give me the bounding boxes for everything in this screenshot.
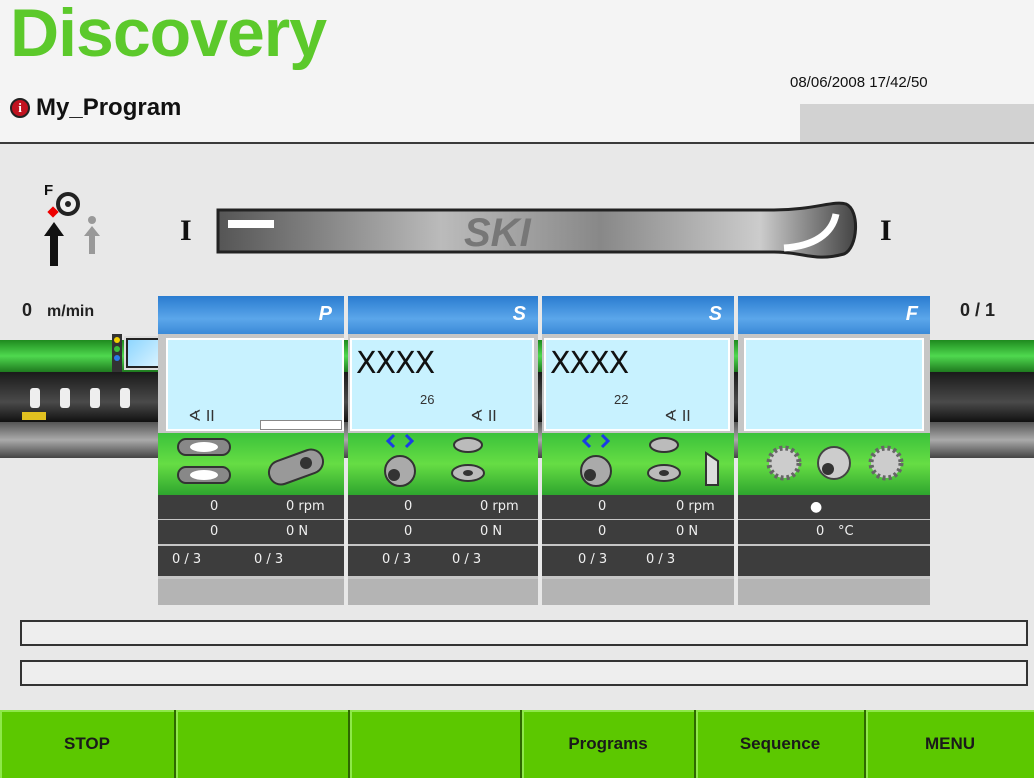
- bracket-right: I: [880, 214, 892, 247]
- speed-readout: 0 m/min: [22, 300, 94, 321]
- station-header: S: [542, 296, 734, 334]
- station-tools: [738, 433, 930, 495]
- station-temperature-row: 0 °C: [738, 520, 930, 544]
- station-stone-2[interactable]: S XXXX 22 ∢ II 0 0 rpm 0 0 N 0 / 3 0 / 3: [542, 296, 734, 605]
- monitor-icon[interactable]: [112, 334, 164, 374]
- stone-grinder-icon: [580, 433, 719, 487]
- station-force-row: 0 0 N: [158, 520, 344, 544]
- station-letter: F: [905, 303, 918, 325]
- station-force-row: 0 0 N: [348, 520, 538, 544]
- feed-indicator: F: [40, 182, 110, 268]
- station-passes-row: 0 / 3 0 / 3: [158, 546, 344, 576]
- speed-unit: m/min: [47, 303, 95, 320]
- stone-grinder-icon: [384, 433, 485, 487]
- station-footer: [348, 579, 538, 605]
- station-header: F: [738, 296, 930, 334]
- station-screen: XXXX 22 ∢ II: [544, 338, 730, 431]
- program-name-row: i My_Program: [10, 94, 181, 122]
- station-angle-value: 22: [614, 392, 629, 407]
- station-screen-text: XXXX: [550, 346, 629, 381]
- belt-sander-icon: [177, 438, 325, 486]
- station-passes-row: 0 / 3 0 / 3: [348, 546, 538, 576]
- brush-roller-icon: [766, 445, 904, 481]
- station-screen: ∢ II: [166, 338, 344, 431]
- footer-toolbar: STOP Programs Sequence MENU: [0, 710, 1034, 778]
- station-screen-text: XXXX: [356, 346, 435, 381]
- station-letter: P: [318, 303, 332, 325]
- station-angle: ∢ II: [188, 408, 215, 425]
- station-rpm-row: 0 0 rpm: [158, 495, 344, 519]
- status-box: [800, 104, 1034, 142]
- message-bar-1: [20, 620, 1028, 646]
- station-angle: ∢ II: [470, 408, 497, 425]
- station-header: P: [158, 296, 344, 334]
- programs-button[interactable]: Programs: [522, 710, 696, 778]
- station-passes-row: [738, 546, 930, 576]
- program-name: My_Program: [36, 94, 182, 121]
- menu-button[interactable]: MENU: [866, 710, 1034, 778]
- cycle-count: 0 / 1: [960, 300, 996, 320]
- station-angle: ∢ II: [664, 408, 691, 425]
- station-tools: [158, 433, 344, 495]
- message-bar-2: [20, 660, 1028, 686]
- stop-button[interactable]: STOP: [0, 710, 176, 778]
- station-footer: [738, 579, 930, 605]
- speed-value: 0: [22, 300, 33, 320]
- station-footer: [542, 579, 734, 605]
- station-rpm-row: 0 0 rpm: [542, 495, 734, 519]
- station-status-row: ●: [738, 495, 930, 519]
- station-angle-value: 26: [420, 392, 435, 407]
- station-letter: S: [512, 303, 526, 325]
- station-finishing[interactable]: F ● 0 °C: [738, 296, 930, 605]
- station-stone-1[interactable]: S XXXX 26 ∢ II 0 0 rpm 0 0 N 0 / 3 0 / 3: [348, 296, 538, 605]
- status-dot-icon: ●: [810, 499, 823, 515]
- station-screen: [744, 338, 924, 431]
- station-letter: S: [708, 303, 722, 325]
- station-tools: [542, 433, 734, 495]
- sequence-button[interactable]: Sequence: [696, 710, 866, 778]
- station-tools: [348, 433, 538, 495]
- station-header: S: [348, 296, 538, 334]
- bracket-left: I: [180, 214, 192, 247]
- header: Discovery i My_Program 08/06/2008 17/42/…: [0, 0, 1034, 144]
- function-button-2[interactable]: [176, 710, 350, 778]
- app-title: Discovery: [10, 0, 327, 71]
- function-button-3[interactable]: [350, 710, 522, 778]
- station-screen: XXXX 26 ∢ II: [350, 338, 534, 431]
- progress-bar: [260, 420, 342, 430]
- info-icon[interactable]: i: [10, 98, 30, 118]
- station-passes-row: 0 / 3 0 / 3: [542, 546, 734, 576]
- datetime: 08/06/2008 17/42/50: [790, 74, 928, 91]
- feed-person-icon: [44, 192, 100, 266]
- station-footer: [158, 579, 344, 605]
- station-polishing[interactable]: P ∢ II 0 0 rpm 0 0 N 0 / 3 0 / 3: [158, 296, 344, 605]
- station-rpm-row: 0 0 rpm: [348, 495, 538, 519]
- ski-graphic: SKI: [216, 201, 858, 259]
- station-force-row: 0 0 N: [542, 520, 734, 544]
- ski-text: SKI: [464, 211, 532, 255]
